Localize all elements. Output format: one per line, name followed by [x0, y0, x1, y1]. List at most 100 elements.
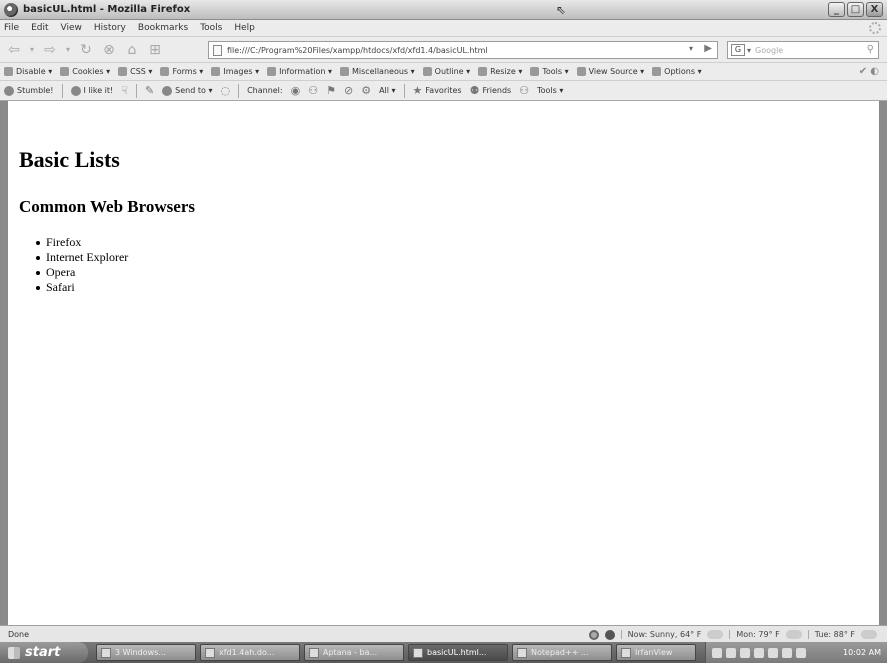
validation-check-icon[interactable]: ✔ ◐ — [859, 66, 879, 77]
new-tab-icon[interactable]: ⊞ — [145, 41, 165, 59]
tray-icon[interactable] — [782, 647, 792, 658]
stumble-button[interactable]: Stumble! — [4, 85, 54, 96]
css-menu[interactable]: CSS ▾ — [118, 67, 152, 76]
taskbar-item-label: Notepad++ ... — [531, 648, 589, 657]
forward-arrow-icon[interactable]: ⇨ — [40, 41, 60, 59]
menubar: File Edit View History Bookmarks Tools H… — [0, 20, 887, 37]
css-icon — [118, 67, 128, 76]
taskbar-item[interactable]: IrfanView — [616, 644, 696, 661]
channel-icon-2[interactable]: ⚇ — [308, 84, 318, 97]
notepad-icon — [517, 647, 527, 658]
images-menu[interactable]: Images ▾ — [211, 67, 259, 76]
channel-icon-4[interactable]: ⊘ — [344, 84, 353, 97]
toolbar-divider — [61, 83, 63, 98]
stumble-tools-button[interactable]: Tools ▾ — [537, 86, 563, 95]
page-icon — [213, 44, 222, 56]
search-engine-dropdown-icon[interactable]: ▾ — [747, 46, 751, 55]
taskbar-item-label: basicUL.html... — [427, 648, 487, 657]
cookies-menu[interactable]: Cookies ▾ — [60, 67, 110, 76]
people-icon[interactable]: ⚇ — [519, 84, 529, 97]
options-menu[interactable]: Options ▾ — [652, 67, 702, 76]
menu-history[interactable]: History — [94, 23, 126, 33]
search-engine-icon[interactable]: G — [731, 44, 745, 56]
taskbar-item-label: xfd1.4ah.do... — [219, 648, 275, 657]
thumbs-down-icon[interactable]: ☟ — [121, 84, 128, 97]
forward-dropdown-icon[interactable]: ▾ — [63, 41, 73, 59]
menu-file[interactable]: File — [4, 23, 19, 33]
view-source-menu[interactable]: View Source ▾ — [576, 67, 645, 76]
channel-icon-5[interactable]: ⚙ — [361, 84, 371, 97]
weather-globe-icon[interactable] — [604, 629, 615, 640]
favorites-button[interactable]: ★ Favorites — [413, 84, 462, 97]
tray-icon[interactable] — [712, 647, 722, 658]
search-input[interactable]: G ▾ Google ⚲ — [727, 41, 879, 59]
throbber-icon — [869, 22, 881, 34]
word-doc-icon — [205, 647, 215, 658]
navigation-toolbar: ⇦ ▾ ⇨ ▾ ↻ ⊗ ⌂ ⊞ file:///C:/Program%20Fil… — [0, 37, 887, 63]
go-arrow-icon[interactable]: ▶ — [704, 43, 712, 54]
reload-icon[interactable]: ↻ — [76, 41, 96, 59]
menu-edit[interactable]: Edit — [31, 23, 48, 33]
send-to-button[interactable]: Send to ▾ — [162, 85, 212, 96]
status-indicator-icon[interactable] — [588, 629, 599, 640]
outline-label: Outline ▾ — [434, 67, 471, 76]
menu-bookmarks[interactable]: Bookmarks — [138, 23, 188, 33]
tray-icon[interactable] — [768, 647, 778, 658]
weather-tuesday[interactable]: Tue: 88° F — [807, 630, 855, 639]
tray-icon[interactable] — [796, 647, 806, 658]
close-button[interactable]: X — [866, 2, 883, 17]
url-dropdown-icon[interactable]: ▾ — [689, 44, 693, 53]
tools-menu[interactable]: Tools ▾ — [530, 67, 569, 76]
taskbar-item[interactable]: Aptana - ba... — [304, 644, 404, 661]
web-developer-toolbar: Disable ▾ Cookies ▾ CSS ▾ Forms ▾ Images… — [0, 63, 887, 81]
taskbar-item-active[interactable]: basicUL.html... — [408, 644, 508, 661]
windows-logo-icon — [8, 646, 20, 659]
star-icon: ★ — [412, 84, 423, 97]
send-icon — [162, 85, 173, 96]
taskbar-item[interactable]: xfd1.4ah.do... — [200, 644, 300, 661]
resize-icon — [478, 67, 488, 76]
friends-button[interactable]: ⚉ Friends — [470, 84, 512, 97]
stop-icon[interactable]: ⊗ — [99, 41, 119, 59]
start-button[interactable]: start — [0, 642, 88, 663]
weather-monday[interactable]: Mon: 79° F — [729, 630, 780, 639]
search-icon[interactable]: ⚲ — [867, 44, 874, 55]
resize-menu[interactable]: Resize ▾ — [478, 67, 522, 76]
maximize-button[interactable]: □ — [847, 2, 864, 17]
like-button[interactable]: I like it! — [70, 85, 113, 96]
miscellaneous-menu[interactable]: Miscellaneous ▾ — [339, 67, 415, 76]
windows-taskbar: start 3 Windows... xfd1.4ah.do... Aptana… — [0, 642, 887, 663]
information-label: Information ▾ — [279, 67, 332, 76]
tools-label: Tools ▾ — [542, 67, 569, 76]
outline-menu[interactable]: Outline ▾ — [422, 67, 471, 76]
tag-icon[interactable]: ✎ — [145, 84, 154, 97]
all-channels-button[interactable]: All ▾ — [379, 86, 395, 95]
taskbar-clock[interactable]: 10:02 AM — [843, 648, 881, 657]
minimize-button[interactable]: _ — [828, 2, 845, 17]
comment-icon[interactable]: ◌ — [220, 84, 230, 97]
menu-help[interactable]: Help — [234, 23, 255, 33]
back-dropdown-icon[interactable]: ▾ — [27, 41, 37, 59]
cookies-icon — [60, 67, 70, 76]
forms-menu[interactable]: Forms ▾ — [160, 67, 203, 76]
view-source-label: View Source ▾ — [588, 67, 645, 76]
taskbar-item[interactable]: Notepad++ ... — [512, 644, 612, 661]
tray-icon[interactable] — [726, 647, 736, 658]
channel-icon-3[interactable]: ⚑ — [326, 84, 336, 97]
tray-icon[interactable] — [740, 647, 750, 658]
url-input[interactable]: file:///C:/Program%20Files/xampp/htdocs/… — [208, 41, 718, 59]
weather-now[interactable]: Now: Sunny, 64° F — [620, 630, 701, 639]
disable-menu[interactable]: Disable ▾ — [4, 67, 52, 76]
menu-view[interactable]: View — [61, 23, 82, 33]
channel-icon-1[interactable]: ◉ — [291, 84, 301, 97]
system-tray: 10:02 AM — [705, 642, 887, 663]
home-icon[interactable]: ⌂ — [122, 41, 142, 59]
tray-icon[interactable] — [754, 647, 764, 658]
url-text: file:///C:/Program%20Files/xampp/htdocs/… — [227, 45, 488, 55]
status-text: Done — [8, 629, 30, 639]
back-arrow-icon[interactable]: ⇦ — [4, 41, 24, 59]
information-menu[interactable]: Information ▾ — [267, 67, 332, 76]
firefox-icon — [4, 2, 18, 17]
taskbar-item[interactable]: 3 Windows... — [96, 644, 196, 661]
menu-tools[interactable]: Tools — [200, 23, 222, 33]
